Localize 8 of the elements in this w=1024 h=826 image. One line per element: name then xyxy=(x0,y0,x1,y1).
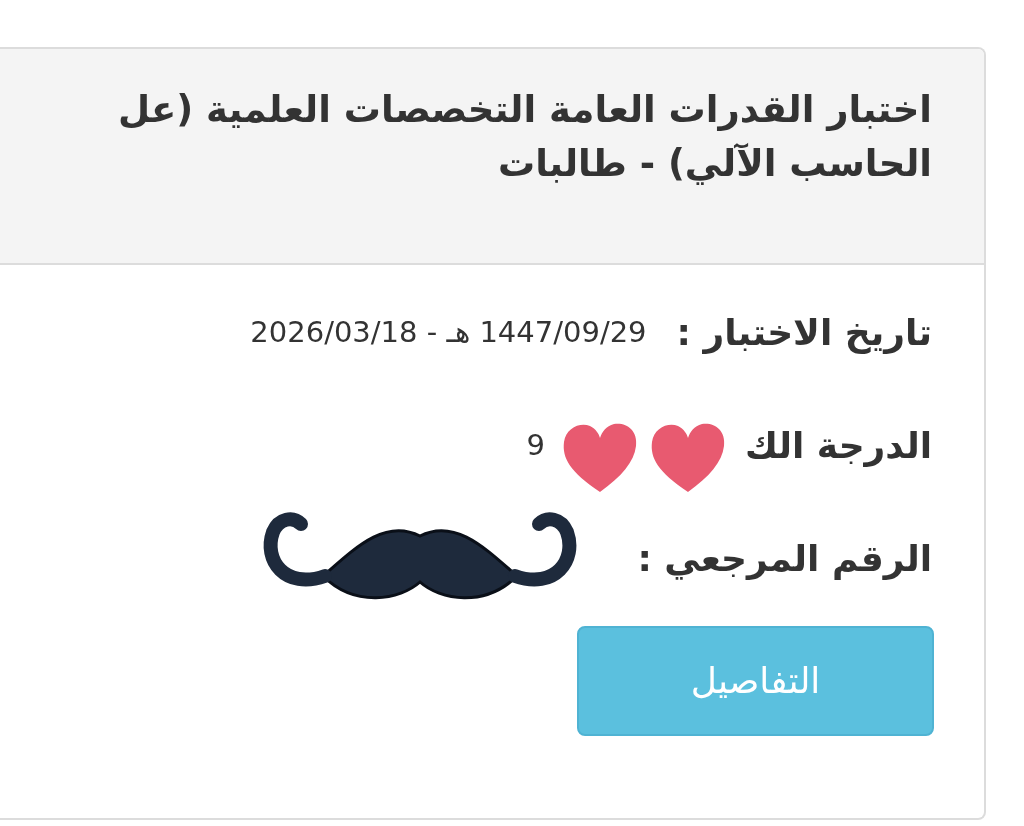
field-label: تاريخ الاختبار : xyxy=(676,310,932,356)
card-title: اختبار القدرات العامة التخصصات العلمية (عل xyxy=(117,87,932,133)
details-button[interactable]: التفاصيل xyxy=(577,626,934,736)
field-value: 9 xyxy=(526,426,545,464)
field-label: الرقم المرجعي : xyxy=(637,536,932,582)
field-value: 1447/09/29 هـ - 2026/03/18 xyxy=(250,313,647,351)
card-title: الحاسب الآلي) - طالبات xyxy=(498,141,932,187)
field-label: الدرجة الك xyxy=(744,423,932,469)
